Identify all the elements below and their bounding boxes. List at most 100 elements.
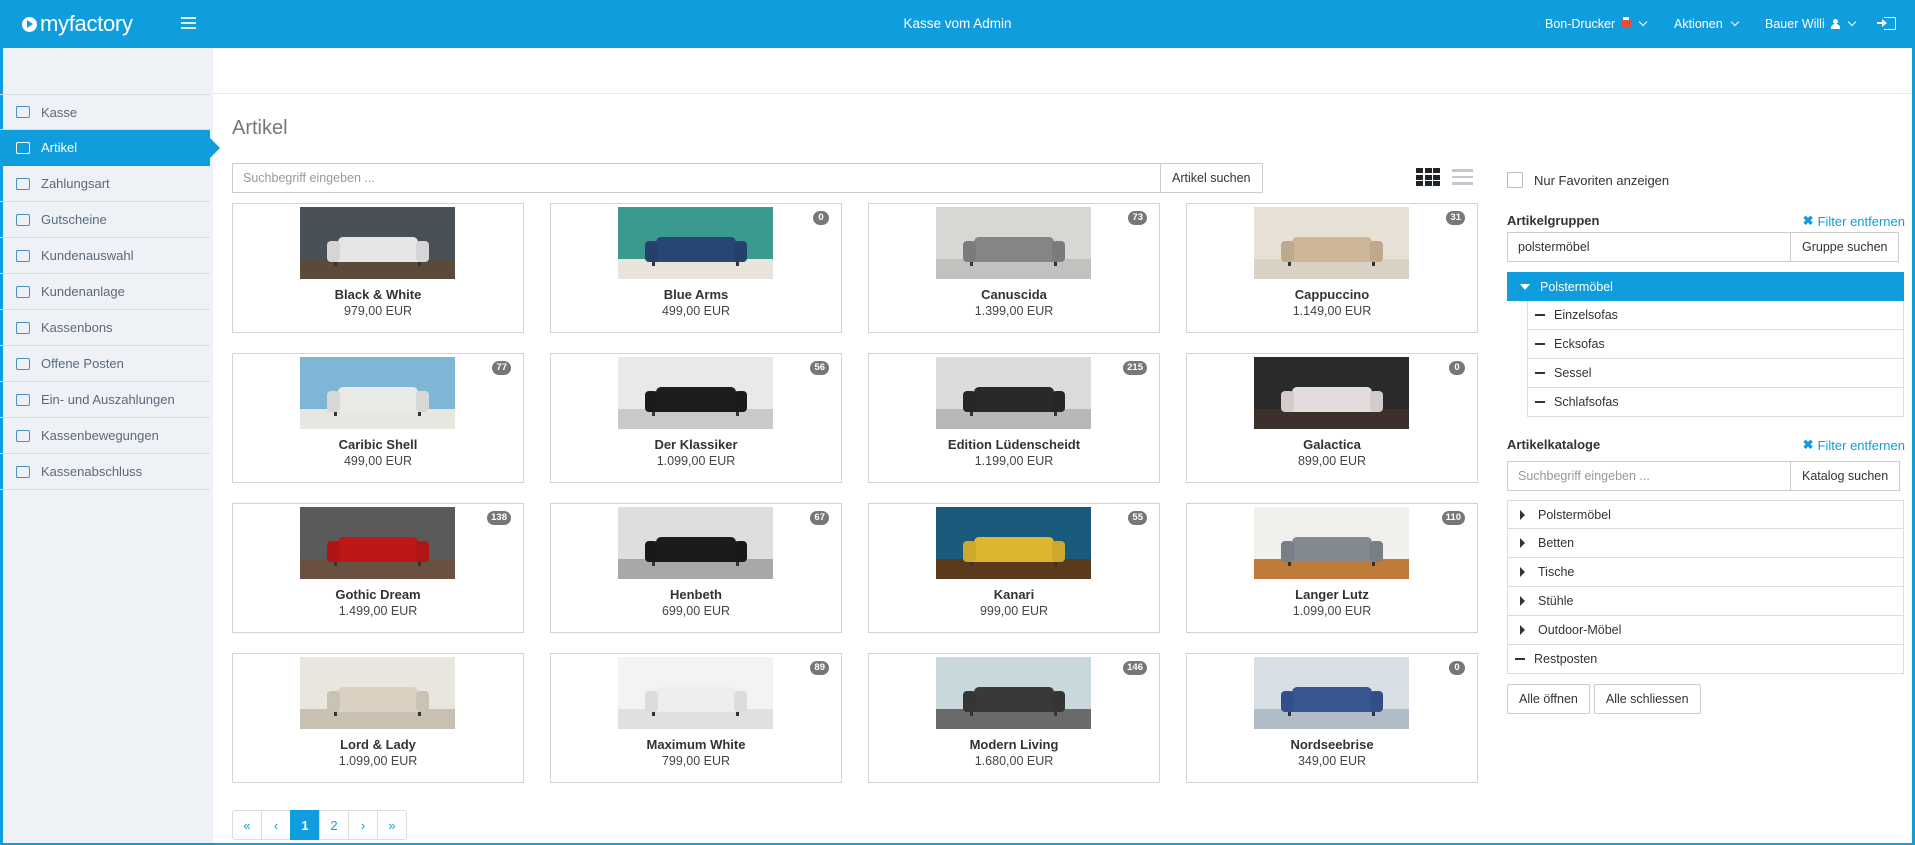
product-card[interactable]: 0 Blue Arms 499,00 EUR — [550, 203, 842, 333]
product-price: 1.199,00 EUR — [974, 454, 1054, 468]
product-name: Henbeth — [670, 587, 722, 602]
dash-icon — [1535, 371, 1545, 375]
sidebar-item-label: Artikel — [41, 140, 78, 155]
product-image — [300, 657, 455, 729]
close-all-button[interactable]: Alle schliessen — [1593, 684, 1701, 714]
product-card[interactable]: 67 Henbeth 699,00 EUR — [550, 503, 842, 633]
group-node-label: Sessel — [1554, 366, 1592, 380]
printer-label: Bon-Drucker — [1545, 17, 1616, 31]
product-price: 499,00 EUR — [343, 454, 413, 468]
open-all-button[interactable]: Alle öffnen — [1507, 684, 1590, 714]
gift-icon — [16, 213, 30, 226]
actions-menu[interactable]: Aktionen — [1674, 17, 1739, 31]
pagination-page[interactable]: 1 — [290, 810, 320, 840]
dash-icon — [1535, 342, 1545, 346]
sidebar-item-artikel[interactable]: Artikel — [0, 130, 220, 166]
product-card[interactable]: 89 Maximum White 799,00 EUR — [550, 653, 842, 783]
sidebar-item-offene-posten[interactable]: Offene Posten — [0, 346, 210, 382]
catalog-node[interactable]: Stühle — [1507, 587, 1904, 616]
chevron-down-icon — [1847, 17, 1856, 27]
product-card[interactable]: 0 Galactica 899,00 EUR — [1186, 353, 1478, 483]
groups-filter-remove[interactable]: ✖ Filter entfernen — [1803, 213, 1905, 229]
pagination-first[interactable]: « — [232, 810, 262, 840]
product-card[interactable]: Lord & Lady 1.099,00 EUR — [232, 653, 524, 783]
pagination-prev[interactable]: ‹ — [261, 810, 291, 840]
group-node[interactable]: Einzelsofas — [1527, 301, 1904, 330]
group-search-button[interactable]: Gruppe suchen — [1790, 232, 1900, 262]
logo-text: myfactory — [40, 11, 133, 36]
sidebar-nav: Kasse Artikel Zahlungsart Gutscheine Kundena… — [0, 94, 220, 490]
catalog-node[interactable]: Tische — [1507, 558, 1904, 587]
catalog-node[interactable]: Betten — [1507, 529, 1904, 558]
catalog-node-label: Polstermöbel — [1538, 507, 1611, 522]
logo[interactable]: myfactory — [22, 11, 133, 37]
sidebar-item-ein-und-auszahlungen[interactable]: Ein- und Auszahlungen — [0, 382, 210, 418]
catalog-search-button[interactable]: Katalog suchen — [1790, 461, 1901, 491]
product-price: 499,00 EUR — [661, 304, 731, 318]
sidebar-item-kasse[interactable]: Kasse — [0, 94, 210, 130]
catalogs-filter-remove[interactable]: ✖ Filter entfernen — [1803, 437, 1905, 453]
product-card[interactable]: 146 Modern Living 1.680,00 EUR — [868, 653, 1160, 783]
sidebar-item-kundenauswahl[interactable]: Kundenauswahl — [0, 238, 210, 274]
group-node-label: Polstermöbel — [1540, 279, 1613, 294]
receipt-icon — [16, 321, 30, 334]
sidebar-item-kassenbewegungen[interactable]: Kassenbewegungen — [0, 418, 210, 454]
catalog-node-label: Betten — [1538, 536, 1575, 550]
product-card[interactable]: 73 Canuscida 1.399,00 EUR — [868, 203, 1160, 333]
printer-icon — [1621, 17, 1632, 28]
caret-down-icon — [1520, 283, 1530, 290]
sidebar-item-kundenanlage[interactable]: Kundenanlage — [0, 274, 210, 310]
group-search-input[interactable] — [1507, 232, 1790, 262]
pagination-next[interactable]: › — [348, 810, 378, 840]
product-card[interactable]: 215 Edition Lüdenscheidt 1.199,00 EUR — [868, 353, 1160, 483]
product-card[interactable]: 0 Nordseebrise 349,00 EUR — [1186, 653, 1478, 783]
sidebar-item-kassenbons[interactable]: Kassenbons — [0, 310, 210, 346]
close-icon: ✖ — [1802, 437, 1814, 452]
favorites-checkbox[interactable] — [1507, 172, 1523, 188]
group-node[interactable]: Sessel — [1527, 359, 1904, 388]
hamburger-menu-icon[interactable] — [181, 17, 196, 29]
catalog-node[interactable]: Restposten — [1507, 645, 1904, 674]
article-groups-title: Artikelgruppen — [1507, 213, 1600, 228]
cart-icon — [16, 106, 30, 118]
product-card[interactable]: 138 Gothic Dream 1.499,00 EUR — [232, 503, 524, 633]
product-card[interactable]: Black & White 979,00 EUR — [232, 203, 524, 333]
stock-badge: 73 — [1128, 211, 1147, 225]
product-image — [936, 207, 1091, 279]
grid-view-icon[interactable] — [1416, 168, 1440, 187]
pagination-page[interactable]: 2 — [319, 810, 349, 840]
article-catalogs-title: Artikelkataloge — [1507, 437, 1601, 452]
product-card[interactable]: 77 Caribic Shell 499,00 EUR — [232, 353, 524, 483]
dash-icon — [1515, 657, 1525, 661]
groups-filter-remove-label: Filter entfernen — [1817, 213, 1905, 229]
product-card[interactable]: 110 Langer Lutz 1.099,00 EUR — [1186, 503, 1478, 633]
list-view-icon[interactable] — [1452, 169, 1473, 186]
sidebar-item-zahlungsart[interactable]: Zahlungsart — [0, 166, 210, 202]
chevron-down-icon — [1730, 17, 1739, 27]
product-card[interactable]: 56 Der Klassiker 1.099,00 EUR — [550, 353, 842, 483]
printer-menu[interactable]: Bon-Drucker — [1545, 17, 1648, 31]
group-node[interactable]: Schlafsofas — [1527, 388, 1904, 417]
catalog-node[interactable]: Outdoor-Möbel — [1507, 616, 1904, 645]
user-menu[interactable]: Bauer Willi — [1765, 17, 1856, 31]
catalog-node[interactable]: Polstermöbel — [1507, 500, 1904, 529]
article-search-button[interactable]: Artikel suchen — [1160, 163, 1263, 193]
stock-badge: 0 — [1449, 661, 1465, 675]
sidebar-item-kassenabschluss[interactable]: Kassenabschluss — [0, 454, 210, 490]
stock-badge: 31 — [1446, 211, 1465, 225]
favorites-toggle[interactable]: Nur Favoriten anzeigen — [1507, 172, 1669, 188]
group-node-selected[interactable]: Polstermöbel — [1507, 272, 1904, 301]
product-price: 979,00 EUR — [343, 304, 413, 318]
product-price: 1.149,00 EUR — [1292, 304, 1372, 318]
product-card[interactable]: 31 Cappuccino 1.149,00 EUR — [1186, 203, 1478, 333]
group-node[interactable]: Ecksofas — [1527, 330, 1904, 359]
product-name: Galactica — [1303, 437, 1361, 452]
sidebar-item-gutscheine[interactable]: Gutscheine — [0, 202, 210, 238]
catalog-search-input[interactable] — [1507, 461, 1790, 491]
product-price: 1.680,00 EUR — [974, 754, 1054, 768]
pagination-last[interactable]: » — [377, 810, 407, 840]
sidebar-item-label: Kundenanlage — [41, 284, 125, 299]
logout-icon[interactable] — [1877, 17, 1896, 30]
article-search-input[interactable] — [232, 163, 1160, 193]
product-card[interactable]: 55 Kanari 999,00 EUR — [868, 503, 1160, 633]
